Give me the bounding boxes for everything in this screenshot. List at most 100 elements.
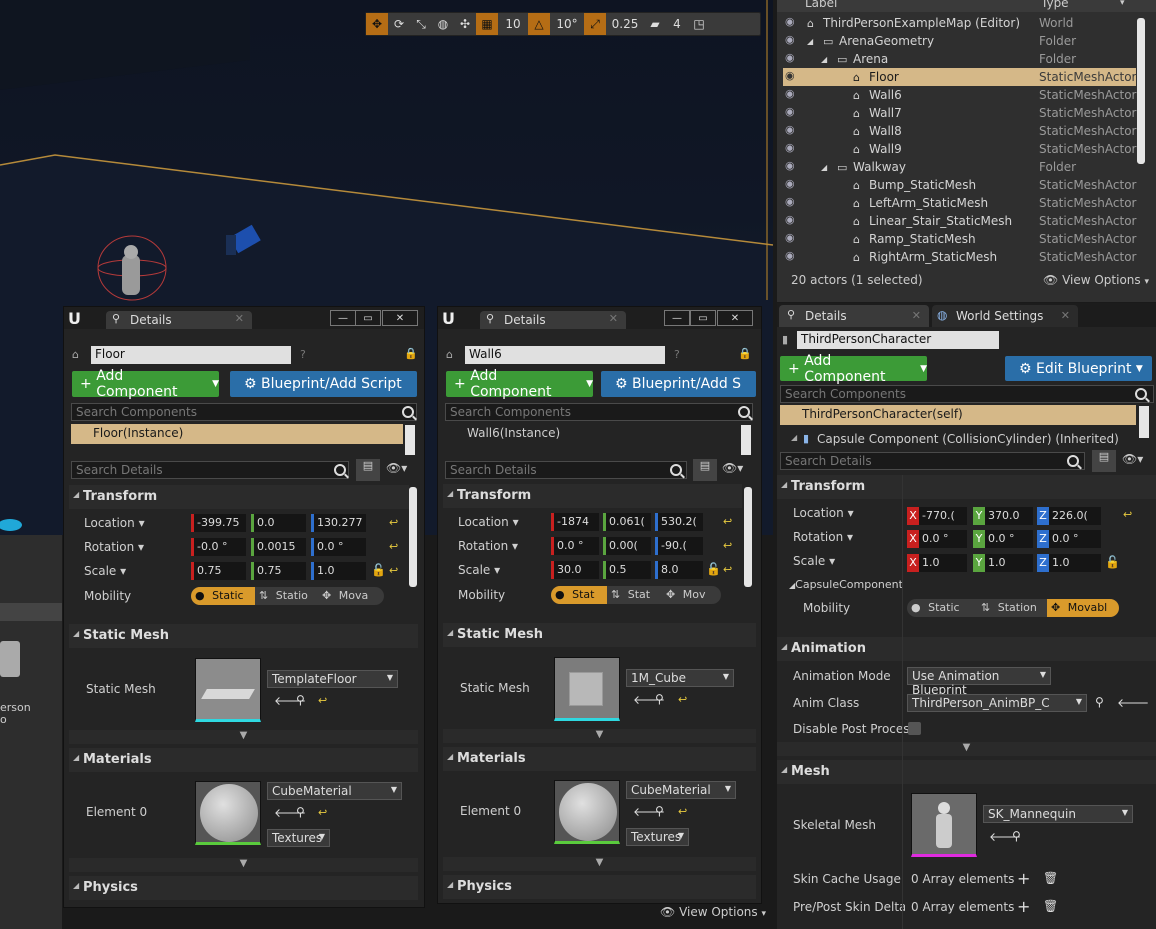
section-materials[interactable]: Materials <box>443 747 756 771</box>
browse-icon[interactable]: ⚲ <box>296 693 305 707</box>
skeletal-mesh-combo[interactable]: SK_Mannequin <box>983 805 1133 823</box>
rotation-x-field[interactable]: 0.0 ° <box>551 537 599 555</box>
textures-dropdown[interactable]: Textures <box>267 829 330 847</box>
location-x-field[interactable]: -1874 <box>551 513 599 531</box>
outliner-row[interactable]: ◉ ◢ ▭ Walkway Folder <box>783 158 1136 176</box>
actor-name-input[interactable]: Floor <box>91 346 291 364</box>
add-element-icon[interactable]: + <box>1017 897 1030 916</box>
grid-snap-value[interactable]: 10 <box>498 13 528 35</box>
rotation-label[interactable]: Rotation ▾ <box>793 530 853 544</box>
camera-speed-value[interactable]: 4 <box>666 13 688 35</box>
rotation-label[interactable]: Rotation ▾ <box>458 539 518 553</box>
scale-z-field[interactable]: 1.0 <box>311 562 366 580</box>
visibility-filter-icon[interactable]: 👁▾ <box>1122 452 1143 466</box>
components-scrollbar[interactable] <box>1139 406 1149 438</box>
rotation-z-field[interactable]: -90.( <box>655 537 703 555</box>
delete-elements-icon[interactable]: 🗑 <box>1043 871 1058 885</box>
reset-rotation-icon[interactable]: ↩ <box>389 540 398 553</box>
tab-details[interactable]: ⚲ Details ✕ <box>106 311 252 329</box>
maximize-button[interactable]: ▭ <box>690 310 716 326</box>
eye-icon[interactable]: ◉ <box>785 51 799 64</box>
eye-icon[interactable]: ◉ <box>785 87 799 100</box>
section-physics[interactable]: Physics <box>69 876 418 900</box>
static-mesh-thumbnail[interactable] <box>195 658 261 722</box>
expand-arrow-icon[interactable]: ◢ <box>821 55 827 64</box>
scale-lock-icon[interactable]: 🔓 <box>371 563 386 577</box>
eye-icon[interactable]: ◉ <box>785 177 799 190</box>
surface-snap-icon[interactable]: ✣ <box>454 13 476 35</box>
components-scrollbar[interactable] <box>741 425 751 455</box>
eye-icon[interactable]: ◉ <box>785 249 799 262</box>
material-thumbnail[interactable] <box>195 781 261 845</box>
location-z-field[interactable]: 226.0( <box>1049 507 1101 525</box>
scale-y-field[interactable]: 0.75 <box>251 562 306 580</box>
rotation-y-field[interactable]: 0.00( <box>603 537 651 555</box>
mobility-toggle[interactable]: ● Static ⇅ Station ✥ Movabl <box>907 599 1119 617</box>
search-components-input[interactable]: Search Components <box>71 403 417 421</box>
property-matrix-icon[interactable]: ▤ <box>1092 450 1116 472</box>
advanced-expander[interactable]: ▼ <box>443 729 756 743</box>
scale-lock-icon[interactable]: 🔓 <box>1105 555 1120 569</box>
section-materials[interactable]: Materials <box>69 748 418 772</box>
outliner-row[interactable]: ◉ ◢ ▭ Arena Folder <box>783 50 1136 68</box>
outliner-row[interactable]: ◉ ⌂ RightArm_StaticMesh StaticMeshActor <box>783 248 1136 266</box>
mobility-toggle[interactable]: ● Stat ⇅ Stat ✥ Mov <box>551 586 721 604</box>
location-label[interactable]: Location ▾ <box>793 506 854 520</box>
location-y-field[interactable]: 370.0 <box>985 507 1033 525</box>
col-label-header[interactable]: Label <box>805 0 837 10</box>
angle-snap-value[interactable]: 10° <box>550 13 584 35</box>
angle-snap-icon[interactable]: △ <box>528 13 550 35</box>
component-row[interactable]: Wall6(Instance) <box>445 424 735 444</box>
reset-material-icon[interactable]: ↩ <box>678 805 687 818</box>
reset-location-icon[interactable]: ↩ <box>389 516 398 529</box>
add-component-button[interactable]: + Add Component ▼ <box>72 368 219 400</box>
eye-icon[interactable]: ◉ <box>785 231 799 244</box>
material-combo[interactable]: CubeMaterial <box>626 781 736 799</box>
help-icon[interactable]: ? <box>674 348 680 361</box>
tab-details[interactable]: ⚲ Details ✕ <box>480 311 626 329</box>
maximize-viewport-icon[interactable]: ◳ <box>688 13 710 35</box>
mobility-static[interactable]: ● Static <box>191 587 255 605</box>
outliner-row[interactable]: ◉ ⌂ Floor StaticMeshActor <box>783 68 1136 86</box>
section-physics[interactable]: Physics <box>443 875 756 899</box>
outliner-row[interactable]: ◉ ⌂ Ramp_StaticMesh StaticMeshActor <box>783 230 1136 248</box>
mobility-movable[interactable]: ✥ Mova <box>318 587 384 605</box>
animation-mode-combo[interactable]: Use Animation Blueprint <box>907 667 1051 697</box>
scale-label[interactable]: Scale ▾ <box>793 554 835 568</box>
static-mesh-combo[interactable]: TemplateFloor <box>267 670 398 688</box>
scale-z-field[interactable]: 1.0 <box>1049 554 1101 572</box>
reset-location-icon[interactable]: ↩ <box>1123 508 1132 521</box>
rotation-y-field[interactable]: 0.0015 <box>251 538 306 556</box>
outliner-row[interactable]: ◉ ⌂ Linear_Stair_StaticMesh StaticMeshActor <box>783 212 1136 230</box>
expand-arrow-icon[interactable]: ◢ <box>807 37 813 46</box>
reset-scale-icon[interactable]: ↩ <box>723 563 732 576</box>
component-row[interactable]: Floor(Instance) <box>71 424 403 444</box>
details-scrollbar[interactable] <box>744 487 752 587</box>
reset-scale-icon[interactable]: ↩ <box>389 564 398 577</box>
minimize-button[interactable]: — <box>664 310 690 326</box>
rotation-z-field[interactable]: 0.0 ° <box>311 538 366 556</box>
search-components-input[interactable]: Search Components <box>445 403 753 421</box>
mobility-stationary[interactable]: ⇅ Statio <box>255 587 318 605</box>
scale-x-field[interactable]: 1.0 <box>919 554 967 572</box>
close-tab-icon[interactable]: ✕ <box>912 309 921 322</box>
browse-icon[interactable]: ⚲ <box>1012 829 1021 843</box>
outliner-row[interactable]: ◉ ⌂ Wall6 StaticMeshActor <box>783 86 1136 104</box>
scale-snap-icon[interactable]: ⤢ <box>584 13 606 35</box>
mobility-static[interactable]: ● Stat <box>551 586 607 604</box>
location-z-field[interactable]: 130.277 <box>311 514 366 532</box>
rotation-label[interactable]: Rotation ▾ <box>84 540 144 554</box>
eye-icon[interactable]: ◉ <box>785 69 799 82</box>
lock-icon[interactable]: 🔒 <box>404 347 418 360</box>
minimize-button[interactable]: — <box>330 310 356 326</box>
eye-icon[interactable]: ◉ <box>785 213 799 226</box>
search-details-input[interactable]: Search Details <box>71 461 349 479</box>
search-details-input[interactable]: Search Details <box>445 461 687 479</box>
add-element-icon[interactable]: + <box>1017 869 1030 888</box>
textures-dropdown[interactable]: Textures <box>626 828 689 846</box>
actor-name-input[interactable]: ThirdPersonCharacter <box>797 331 999 349</box>
static-mesh-combo[interactable]: 1M_Cube <box>626 669 734 687</box>
section-mesh[interactable]: Mesh <box>777 760 1156 784</box>
translate-tool-icon[interactable]: ✥ <box>366 13 388 35</box>
reset-mesh-icon[interactable]: ↩ <box>678 693 687 706</box>
